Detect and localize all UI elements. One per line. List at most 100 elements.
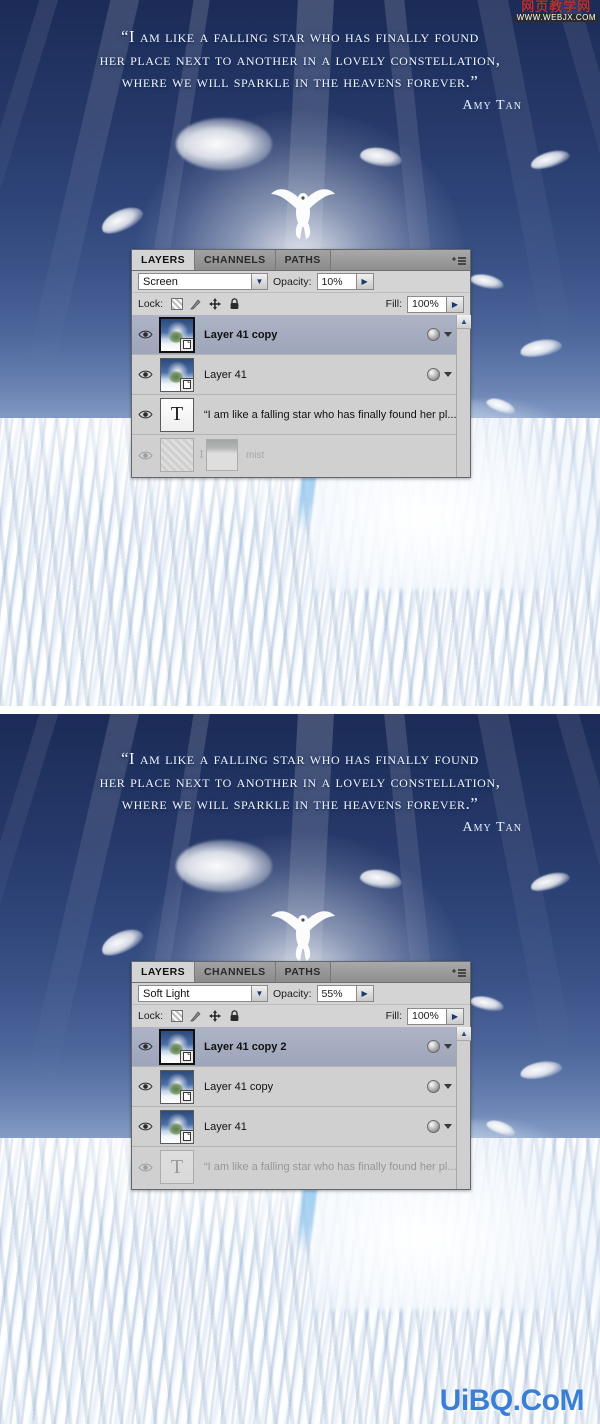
panel-menu-icon[interactable] [448,257,470,270]
blend-mode-row[interactable]: Soft Light ▼ Opacity: 55% ▶ [132,983,470,1005]
chevron-down-icon[interactable] [444,1124,452,1129]
blend-mode-select[interactable]: Screen ▼ [138,273,268,290]
opacity-field[interactable]: 55% ▶ [316,985,374,1002]
chevron-down-icon[interactable]: ▼ [251,986,267,1001]
chevron-down-icon[interactable] [444,332,452,337]
table-row[interactable]: Layer 41 copy [132,315,470,355]
layer-name[interactable]: Layer 41 [198,1121,427,1133]
lock-all-icon[interactable] [228,1010,240,1022]
chevron-down-icon[interactable] [444,1044,452,1049]
opacity-field[interactable]: 10% ▶ [316,273,374,290]
tab-paths[interactable]: PATHS [275,962,331,982]
opacity-label: Opacity: [273,275,312,288]
table-row[interactable]: Layer 41 copy 2 [132,1027,470,1067]
layer-name[interactable]: “I am like a falling star who has finall… [198,1161,470,1173]
layer-name[interactable]: “I am like a falling star who has finall… [198,409,470,421]
layer-thumbnail[interactable] [160,438,194,472]
layer-style-icon[interactable] [427,368,440,381]
eye-icon[interactable] [134,409,156,420]
fill-stepper-icon[interactable]: ▶ [446,1008,463,1024]
panel-menu-icon[interactable] [448,969,470,982]
lock-transparency-icon[interactable] [171,1010,184,1022]
layer-thumbnail-wrap[interactable] [156,357,198,392]
layer-thumbnail-wrap[interactable] [156,438,198,472]
layer-mask-thumbnail[interactable] [206,439,238,471]
tab-channels[interactable]: CHANNELS [195,962,276,982]
layers-panel[interactable]: LAYERS CHANNELS PATHS Soft Light ▼ Opaci… [131,961,471,1190]
panel-tab-bar[interactable]: LAYERS CHANNELS PATHS [132,962,470,983]
opacity-stepper-icon[interactable]: ▶ [355,274,373,289]
fill-stepper-icon[interactable]: ▶ [446,296,463,312]
tab-channels[interactable]: CHANNELS [195,250,276,270]
scroll-up-icon[interactable]: ▲ [457,315,471,329]
layer-thumbnail-wrap[interactable] [156,316,198,353]
layer-thumbnail-wrap[interactable] [156,1028,198,1065]
layer-list[interactable]: Layer 41 copy Layer 41 T “I am like a fa… [132,315,471,477]
layer-thumbnail[interactable] [160,1109,194,1144]
layer-style-icon[interactable] [427,1080,440,1093]
eye-icon[interactable] [134,450,156,461]
layer-thumbnail-wrap[interactable] [156,1109,198,1144]
layer-thumbnail[interactable] [159,1028,195,1065]
layer-name[interactable]: Layer 41 copy [198,1081,427,1093]
layer-thumbnail[interactable] [160,357,194,392]
eye-icon[interactable] [134,1041,156,1052]
chevron-down-icon[interactable]: ▼ [251,274,267,289]
eye-icon[interactable] [134,1121,156,1132]
fill-field[interactable]: 100% ▶ [407,295,464,313]
eye-icon[interactable] [134,329,156,340]
lock-image-icon[interactable] [190,298,202,310]
blend-mode-row[interactable]: Screen ▼ Opacity: 10% ▶ [132,271,470,293]
table-row[interactable]: mist [132,435,470,475]
eye-icon[interactable] [134,1162,156,1173]
screenshot-panel-1: “I am like a falling star who has finall… [0,0,600,706]
lock-icon-group[interactable] [171,298,240,310]
layer-name[interactable]: Layer 41 copy 2 [198,1041,427,1053]
blend-mode-select[interactable]: Soft Light ▼ [138,985,268,1002]
layer-thumbnail-wrap[interactable] [156,1069,198,1104]
layer-thumbnail[interactable] [159,316,195,353]
lock-row[interactable]: Lock: Fill: 100% ▶ [132,293,470,315]
table-row[interactable]: T “I am like a falling star who has fina… [132,395,470,435]
layer-thumbnail-wrap[interactable]: T [156,1150,198,1184]
panel-tab-bar[interactable]: LAYERS CHANNELS PATHS [132,250,470,271]
lock-position-icon[interactable] [209,298,222,310]
layer-list-scrollbar[interactable]: ▲ [456,1027,471,1189]
lock-icon-group[interactable] [171,1010,240,1022]
tab-layers[interactable]: LAYERS [132,250,196,270]
tab-paths[interactable]: PATHS [275,250,331,270]
lock-transparency-icon[interactable] [171,298,184,310]
layer-style-icon[interactable] [427,328,440,341]
fill-field[interactable]: 100% ▶ [407,1007,464,1025]
lock-all-icon[interactable] [228,298,240,310]
lock-image-icon[interactable] [190,1010,202,1022]
table-row[interactable]: Layer 41 [132,355,470,395]
layer-list-scrollbar[interactable]: ▲ [456,315,471,477]
chevron-down-icon[interactable] [444,1084,452,1089]
lock-row[interactable]: Lock: Fill: 100% ▶ [132,1005,470,1027]
layers-panel[interactable]: LAYERS CHANNELS PATHS Screen ▼ Opacity: … [131,249,471,478]
text-layer-thumbnail-icon[interactable]: T [160,397,194,432]
eye-icon[interactable] [134,369,156,380]
layer-name[interactable]: Layer 41 [198,369,427,381]
table-row[interactable]: Layer 41 [132,1107,470,1147]
scroll-up-icon[interactable]: ▲ [457,1027,471,1041]
tab-layers[interactable]: LAYERS [132,962,196,982]
layer-name[interactable]: Layer 41 copy [198,329,427,341]
text-layer-thumbnail-icon[interactable]: T [160,1150,194,1184]
layer-list[interactable]: Layer 41 copy 2 Layer 41 copy Layer 41 T… [132,1027,471,1189]
opacity-stepper-icon[interactable]: ▶ [355,986,373,1001]
chevron-down-icon[interactable] [444,372,452,377]
table-row[interactable]: Layer 41 copy [132,1067,470,1107]
lock-position-icon[interactable] [209,1010,222,1022]
quote-block: “I am like a falling star who has finall… [0,748,600,816]
layer-style-icon[interactable] [427,1040,440,1053]
table-row[interactable]: T “I am like a falling star who has fina… [132,1147,470,1187]
layer-style-icon[interactable] [427,1120,440,1133]
layer-name[interactable]: mist [238,450,264,461]
layer-thumbnail[interactable] [160,1069,194,1104]
dove-icon [268,900,338,967]
quote-line: “I am like a falling star who has finall… [121,749,479,768]
eye-icon[interactable] [134,1081,156,1092]
layer-thumbnail-wrap[interactable]: T [156,397,198,432]
